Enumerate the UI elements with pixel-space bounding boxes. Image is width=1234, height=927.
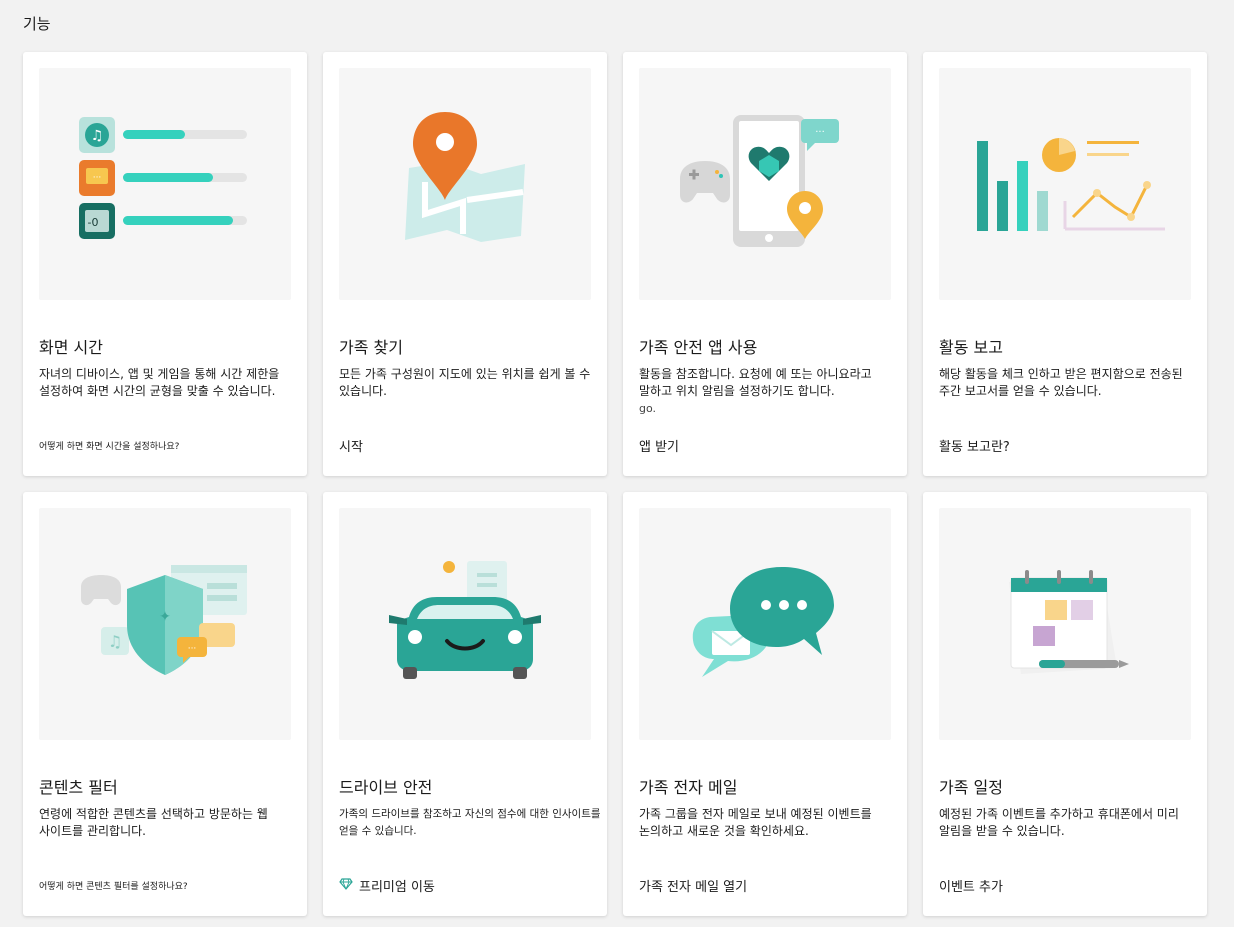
activity-report-link[interactable]: 활동 보고란?	[939, 436, 1010, 455]
content-filter-help-link[interactable]: 어떻게 하면 콘텐츠 필터를 설정하나요?	[39, 879, 188, 892]
get-started-link[interactable]: 시작	[339, 436, 363, 455]
report-chart-illustration	[939, 68, 1191, 300]
card-title: 콘텐츠 필터	[39, 778, 118, 797]
card-description: 예정된 가족 이벤트를 추가하고 휴대폰에서 미리 알림을 받을 수 있습니다.	[939, 807, 1179, 838]
card-screen-time: ♫ ··· -0 화면 시간 자녀의 디바이스, 앱 및 게임을 통해 시간 제…	[23, 52, 307, 476]
card-description: 모든 가족 구성원이 지도에 있는 위치를 쉽게 볼 수 있습니다.	[339, 367, 591, 398]
card-family-safety-app: ··· 가족 안전 앱 사용 활동을 참조합니다. 요청에 예 또는 아니요라고…	[623, 52, 907, 476]
svg-text:♫: ♫	[108, 632, 122, 651]
svg-text:♫: ♫	[91, 128, 104, 144]
description-extra: go.	[639, 402, 657, 415]
chat-bubble-illustration	[639, 508, 891, 740]
card-description: 가족 그룹을 전자 메일로 보내 예정된 이벤트를 논의하고 새로운 것을 확인…	[639, 807, 872, 838]
card-title: 가족 찾기	[339, 338, 403, 357]
go-premium-label: 프리미엄 이동	[359, 880, 435, 895]
section-title: 기능	[23, 15, 51, 33]
screen-time-illustration: ♫ ··· -0	[39, 68, 291, 300]
car-illustration	[339, 508, 591, 740]
card-description: 해당 활동을 체크 인하고 받은 편지함으로 전송된 주간 보고서를 얻을 수 …	[939, 367, 1183, 398]
card-title: 가족 전자 메일	[639, 778, 738, 797]
map-pin-illustration	[339, 68, 591, 300]
screen-time-help-link[interactable]: 어떻게 하면 화면 시간을 설정하나요?	[39, 439, 179, 452]
go-premium-link[interactable]: 프리미엄 이동	[339, 876, 435, 895]
card-title: 활동 보고	[939, 338, 1003, 357]
card-description: 활동을 참조합니다. 요청에 예 또는 아니요라고 말하고 위치 알림을 설정하…	[639, 366, 903, 417]
card-description: 가족의 드라이브를 참조하고 자신의 점수에 대한 인사이트를 얻을 수 있습니…	[339, 808, 601, 837]
card-family-calendar: 가족 일정 예정된 가족 이벤트를 추가하고 휴대폰에서 미리 알림을 받을 수…	[923, 492, 1207, 916]
card-find-family: 가족 찾기 모든 가족 구성원이 지도에 있는 위치를 쉽게 볼 수 있습니다.…	[323, 52, 607, 476]
card-activity-report: 활동 보고 해당 활동을 체크 인하고 받은 편지함으로 전송된 주간 보고서를…	[923, 52, 1207, 476]
card-family-email: 가족 전자 메일 가족 그룹을 전자 메일로 보내 예정된 이벤트를 논의하고 …	[623, 492, 907, 916]
add-event-link[interactable]: 이벤트 추가	[939, 876, 1003, 895]
card-content-filter: ♫ ✦ ··· 콘텐츠 필터 연령에 적합한 콘텐츠를 선택하고 방문하는 웹 …	[23, 492, 307, 916]
card-description: 연령에 적합한 콘텐츠를 선택하고 방문하는 웹 사이트를 관리합니다.	[39, 807, 268, 838]
card-title: 가족 일정	[939, 778, 1003, 797]
card-title: 화면 시간	[39, 338, 103, 357]
diamond-icon	[339, 877, 353, 894]
svg-text:···: ···	[188, 644, 197, 654]
card-drive-safety: 드라이브 안전 가족의 드라이브를 참조하고 자신의 점수에 대한 인사이트를 …	[323, 492, 607, 916]
card-description: 자녀의 디바이스, 앱 및 게임을 통해 시간 제한을 설정하여 화면 시간의 …	[39, 367, 280, 398]
shield-filter-illustration: ♫ ✦ ···	[39, 508, 291, 740]
get-app-link[interactable]: 앱 받기	[639, 436, 679, 455]
card-title: 가족 안전 앱 사용	[639, 338, 758, 357]
card-title: 드라이브 안전	[339, 778, 433, 797]
open-family-email-link[interactable]: 가족 전자 메일 열기	[639, 876, 747, 895]
feature-grid: ♫ ··· -0 화면 시간 자녀의 디바이스, 앱 및 게임을 통해 시간 제…	[23, 52, 1207, 916]
svg-text:···: ···	[815, 127, 825, 138]
svg-text:-0: -0	[88, 216, 99, 229]
description-text: 활동을 참조합니다. 요청에 예 또는 아니요라고 말하고 위치 알림을 설정하…	[639, 367, 872, 398]
svg-text:✦: ✦	[159, 609, 171, 625]
calendar-illustration	[939, 508, 1191, 740]
phone-app-illustration: ···	[639, 68, 891, 300]
svg-text:···: ···	[93, 173, 102, 183]
